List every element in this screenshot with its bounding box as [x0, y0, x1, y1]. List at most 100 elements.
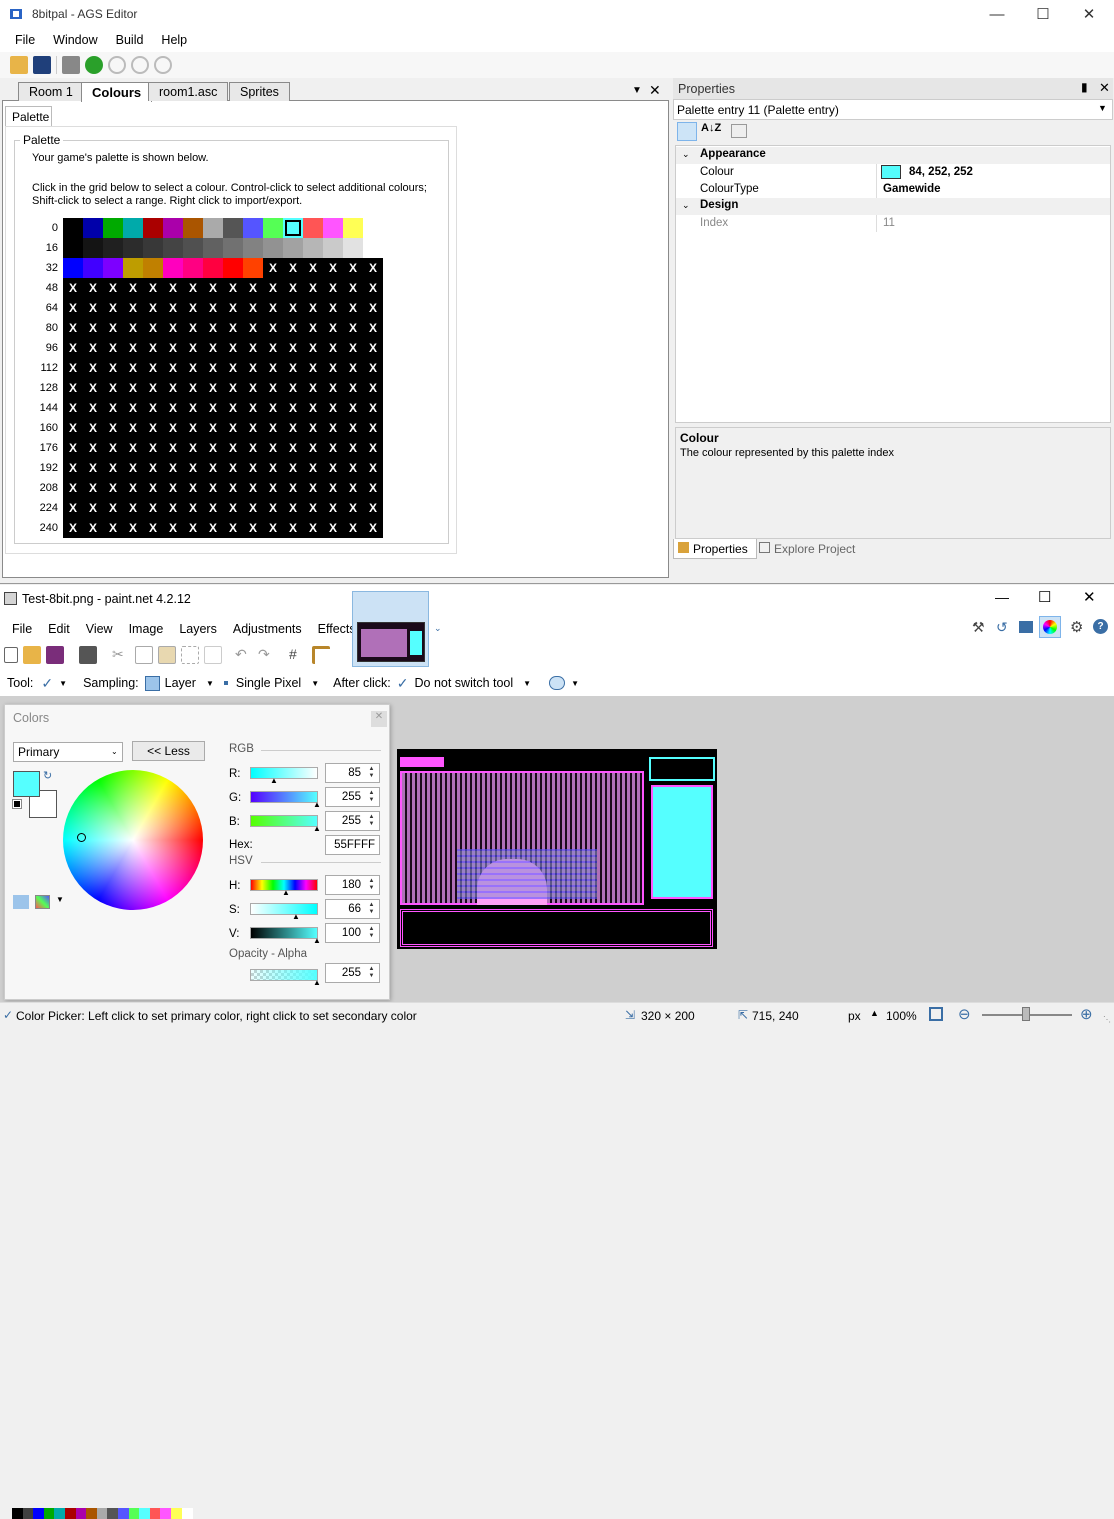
palette-cell-empty[interactable]: X — [283, 478, 303, 498]
palette-cell[interactable] — [263, 238, 283, 258]
s-slider[interactable] — [250, 903, 318, 915]
palette-cell-empty[interactable]: X — [283, 458, 303, 478]
palette-cell-empty[interactable]: X — [363, 338, 383, 358]
palette-cell-empty[interactable]: X — [223, 278, 243, 298]
ruler-icon[interactable] — [312, 646, 330, 664]
palette-cell-empty[interactable]: X — [243, 418, 263, 438]
palette-cell-empty[interactable]: X — [143, 398, 163, 418]
after-click-value[interactable]: Do not switch tool — [415, 676, 514, 690]
undo-icon[interactable]: ↶ — [235, 646, 253, 664]
palette-cell-empty[interactable]: X — [363, 458, 383, 478]
palette-cell-empty[interactable]: X — [183, 338, 203, 358]
palette-cell[interactable] — [123, 258, 143, 278]
palette-cell-empty[interactable]: X — [63, 498, 83, 518]
palette-cell-empty[interactable]: X — [163, 498, 183, 518]
palette-swatch[interactable] — [33, 1508, 45, 1519]
tab-colours[interactable]: Colours — [81, 82, 153, 102]
tab-explore-project[interactable]: Explore Project — [759, 542, 855, 556]
palette-cell-empty[interactable]: X — [343, 418, 363, 438]
palette-cell-empty[interactable]: X — [343, 338, 363, 358]
palette-cell-empty[interactable]: X — [143, 458, 163, 478]
palette-cell-empty[interactable]: X — [143, 278, 163, 298]
redo-icon[interactable]: ↷ — [258, 646, 276, 664]
v-input[interactable]: 100 ▲ ▼ — [325, 923, 380, 943]
palette-cell-empty[interactable]: X — [143, 318, 163, 338]
palette-cell-empty[interactable]: X — [183, 298, 203, 318]
cut-icon[interactable]: ✂ — [112, 646, 130, 664]
palette-cell-empty[interactable]: X — [363, 358, 383, 378]
palette-cell-empty[interactable]: X — [323, 518, 343, 538]
v-slider[interactable] — [250, 927, 318, 939]
palette-cell-empty[interactable]: X — [363, 298, 383, 318]
palette-cell-empty[interactable]: X — [283, 318, 303, 338]
palette-cell-empty[interactable]: X — [103, 378, 123, 398]
palette-cell[interactable] — [143, 238, 163, 258]
palette-cell-empty[interactable]: X — [63, 358, 83, 378]
palette-cell-empty[interactable]: X — [203, 278, 223, 298]
palette-cell-empty[interactable]: X — [183, 498, 203, 518]
palette-cell-empty[interactable]: X — [283, 498, 303, 518]
properties-object-selector[interactable]: Palette entry 11 (Palette entry) ▼ — [673, 99, 1113, 120]
palette-cell-empty[interactable]: X — [123, 458, 143, 478]
palette-cell-empty[interactable]: X — [303, 378, 323, 398]
palette-cell-empty[interactable]: X — [243, 438, 263, 458]
palette-cell[interactable] — [163, 258, 183, 278]
palette-cell-empty[interactable]: X — [343, 318, 363, 338]
category-design[interactable]: ⌄ Design — [676, 198, 1110, 215]
color-wheel[interactable] — [63, 770, 203, 910]
palette-swatch[interactable] — [43, 1508, 55, 1519]
palette-cell[interactable] — [223, 218, 243, 238]
b-slider-thumb[interactable]: ▲ — [313, 824, 321, 833]
palette-cell-empty[interactable]: X — [263, 498, 283, 518]
palette-cell-empty[interactable]: X — [83, 518, 103, 538]
palette-cell-empty[interactable]: X — [163, 478, 183, 498]
palette-cell[interactable] — [103, 218, 123, 238]
palette-swatch[interactable] — [12, 1508, 23, 1519]
palette-cell[interactable] — [123, 238, 143, 258]
palette-cell-empty[interactable]: X — [343, 438, 363, 458]
g-input[interactable]: 255 ▲ ▼ — [325, 787, 380, 807]
b-slider[interactable] — [250, 815, 318, 827]
open-icon[interactable] — [23, 646, 41, 664]
palette-cell-empty[interactable]: X — [283, 438, 303, 458]
palette-swatch[interactable] — [107, 1508, 119, 1519]
palette-cell-empty[interactable]: X — [323, 278, 343, 298]
palette-cell-empty[interactable]: X — [203, 518, 223, 538]
palette-cell-empty[interactable]: X — [243, 378, 263, 398]
tools-icon[interactable]: ⚒ — [972, 619, 988, 635]
palette-cell-empty[interactable]: X — [63, 278, 83, 298]
s-input[interactable]: 66 ▲ ▼ — [325, 899, 380, 919]
palette-cell[interactable] — [303, 238, 323, 258]
properties-close-icon[interactable]: ✕ — [1099, 80, 1110, 96]
alpha-slider-thumb[interactable]: ▲ — [313, 978, 321, 987]
palette-cell[interactable] — [83, 258, 103, 278]
palette-swatch[interactable] — [171, 1508, 182, 1519]
h-slider-thumb[interactable]: ▲ — [282, 888, 290, 897]
palette-swatch[interactable] — [22, 1508, 34, 1519]
palette-cell-empty[interactable]: X — [163, 438, 183, 458]
palette-cell-empty[interactable]: X — [163, 298, 183, 318]
palette-cell-empty[interactable]: X — [363, 398, 383, 418]
palette-cell-empty[interactable]: X — [343, 258, 363, 278]
palette-cell-empty[interactable]: X — [263, 378, 283, 398]
palette-cell[interactable] — [283, 238, 303, 258]
palette-cell-empty[interactable]: X — [323, 338, 343, 358]
palette-cell-empty[interactable]: X — [223, 518, 243, 538]
palette-cell-empty[interactable]: X — [143, 498, 163, 518]
palette-swatch[interactable] — [149, 1508, 161, 1519]
palette-cell-empty[interactable]: X — [263, 278, 283, 298]
palette-cell-empty[interactable]: X — [123, 278, 143, 298]
palette-cell-empty[interactable]: X — [223, 338, 243, 358]
palette-cell-empty[interactable]: X — [243, 478, 263, 498]
palette-cell-empty[interactable]: X — [203, 298, 223, 318]
palette-cell-empty[interactable]: X — [83, 398, 103, 418]
palette-cell-empty[interactable]: X — [363, 478, 383, 498]
palette-cell-empty[interactable]: X — [63, 338, 83, 358]
antialiasing-icon[interactable] — [549, 676, 566, 690]
palette-cell-empty[interactable]: X — [83, 378, 103, 398]
sampling-layer-value[interactable]: Layer — [165, 676, 196, 690]
palette-cell[interactable] — [63, 238, 83, 258]
palette-cell-empty[interactable]: X — [103, 478, 123, 498]
palette-cell-empty[interactable]: X — [83, 418, 103, 438]
palette-cell-empty[interactable]: X — [123, 318, 143, 338]
